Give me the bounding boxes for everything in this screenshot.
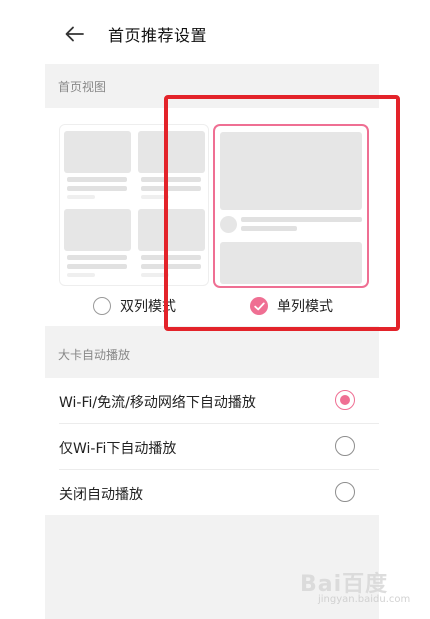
autoplay-list: Wi-Fi/免流/移动网络下自动播放 仅Wi-Fi下自动播放 关闭自动播放 <box>45 378 379 515</box>
preview-text-line <box>67 177 127 182</box>
radio-unchecked-icon[interactable] <box>93 297 111 315</box>
autoplay-option-label: 仅Wi-Fi下自动播放 <box>59 441 177 457</box>
single-column-label: 单列模式 <box>277 299 333 315</box>
preview-text-line <box>141 177 201 182</box>
radio-unchecked-icon[interactable] <box>335 436 355 456</box>
autoplay-option-label: Wi-Fi/免流/移动网络下自动播放 <box>59 395 256 411</box>
preview-meta-line <box>67 273 95 277</box>
radio-unchecked-icon[interactable] <box>335 482 355 502</box>
double-column-option[interactable]: 双列模式 <box>93 296 176 316</box>
back-button[interactable] <box>61 20 89 48</box>
preview-thumb <box>138 209 205 251</box>
preview-text-line <box>241 226 297 231</box>
page-title: 首页推荐设置 <box>108 26 208 45</box>
preview-avatar <box>220 216 237 233</box>
autoplay-option-all-networks[interactable]: Wi-Fi/免流/移动网络下自动播放 <box>45 378 379 424</box>
autoplay-option-label: 关闭自动播放 <box>59 487 143 503</box>
preview-text-line <box>141 255 201 260</box>
preview-thumb <box>64 131 131 173</box>
check-glyph-icon <box>253 302 265 310</box>
preview-meta-line <box>141 273 169 277</box>
preview-meta-line <box>141 195 169 199</box>
autoplay-option-wifi-only[interactable]: 仅Wi-Fi下自动播放 <box>45 424 379 470</box>
preview-thumb <box>220 132 362 210</box>
double-column-preview[interactable] <box>59 124 209 286</box>
preview-thumb <box>64 209 131 251</box>
single-column-option[interactable]: 单列模式 <box>250 296 333 316</box>
arrow-left-icon <box>65 26 84 42</box>
preview-text-line <box>141 186 201 191</box>
top-bar: 首页推荐设置 <box>45 0 379 64</box>
radio-checked-icon[interactable] <box>335 390 355 410</box>
preview-text-line <box>67 264 127 269</box>
home-view-section-label: 首页视图 <box>58 80 107 94</box>
autoplay-option-off[interactable]: 关闭自动播放 <box>45 470 379 516</box>
preview-text-line <box>141 264 201 269</box>
preview-meta-line <box>67 195 95 199</box>
checkmark-icon[interactable] <box>250 297 268 315</box>
preview-thumb <box>220 242 362 284</box>
single-column-preview[interactable] <box>213 124 369 288</box>
autoplay-section-label: 大卡自动播放 <box>58 348 131 362</box>
preview-text-line <box>67 255 127 260</box>
preview-text-line <box>241 217 362 222</box>
preview-thumb <box>138 131 205 173</box>
preview-text-line <box>67 186 127 191</box>
double-column-label: 双列模式 <box>120 299 176 315</box>
